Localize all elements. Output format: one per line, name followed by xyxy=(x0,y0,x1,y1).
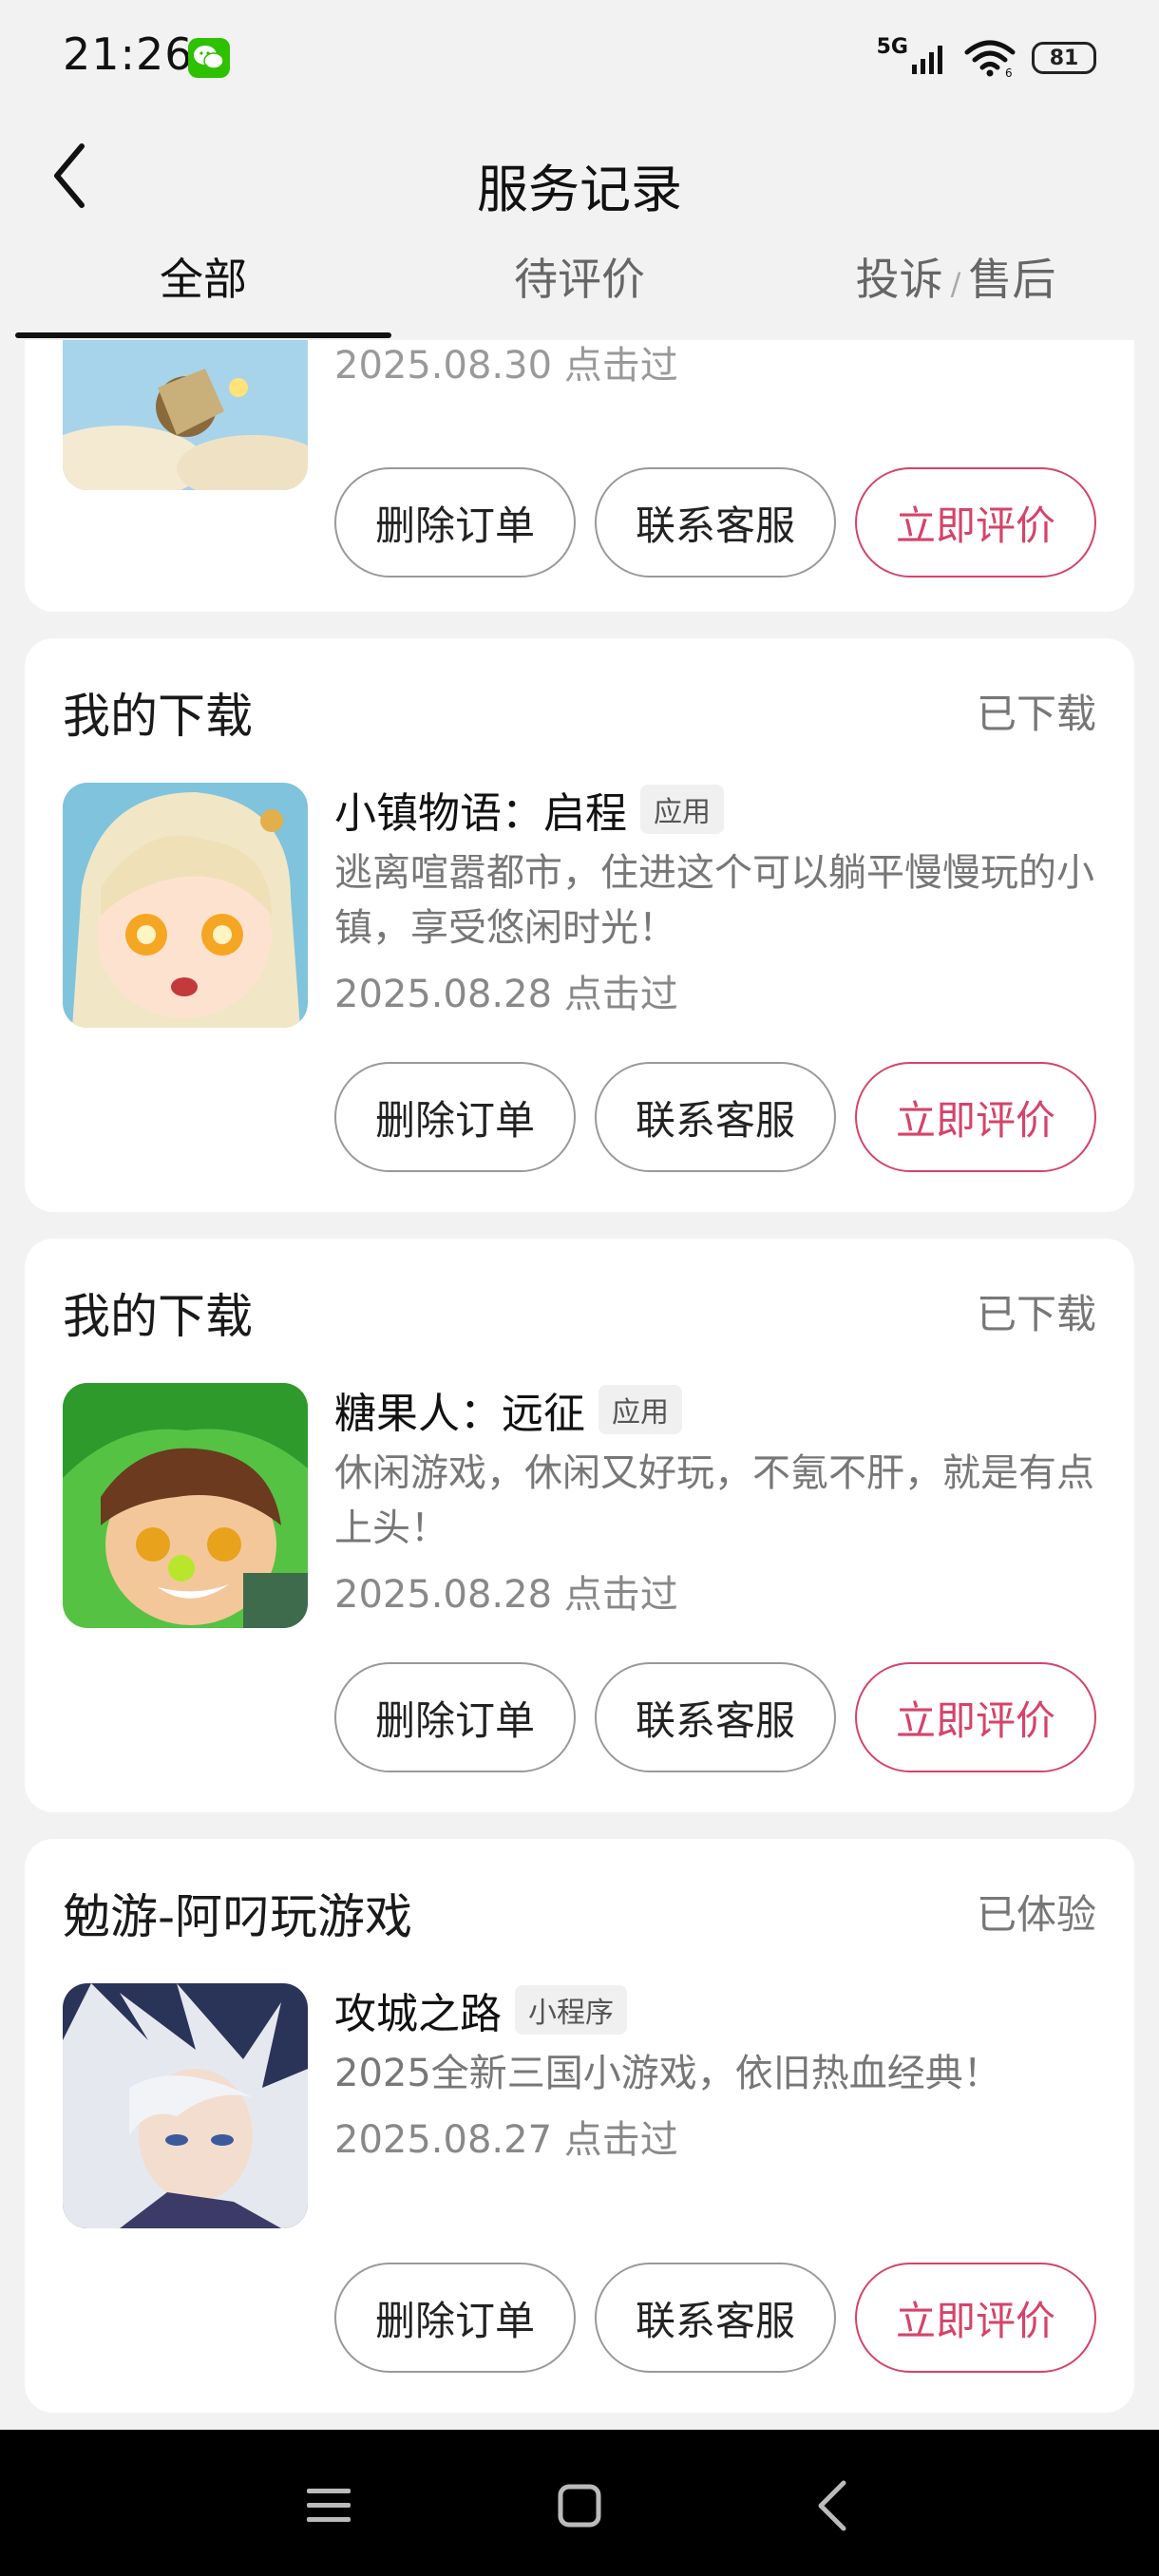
wechat-icon xyxy=(188,38,230,78)
app-icon[interactable] xyxy=(63,783,308,1028)
signal-icon xyxy=(912,46,942,74)
menu-icon xyxy=(307,2489,351,2522)
app-name[interactable]: 小镇物语：启程 xyxy=(334,779,627,840)
app-info: 2025.08.30 点击过 xyxy=(334,340,1096,389)
review-now-button[interactable]: 立即评价 xyxy=(855,2263,1096,2373)
contact-service-button[interactable]: 联系客服 xyxy=(595,1662,836,1772)
review-now-button[interactable]: 立即评价 xyxy=(855,1062,1096,1172)
app-icon[interactable] xyxy=(63,1383,308,1628)
back-system-button[interactable] xyxy=(794,2468,870,2544)
system-navbar xyxy=(0,2430,1159,2576)
delete-order-button[interactable]: 删除订单 xyxy=(334,1062,576,1172)
record-card: 2025.08.30 点击过 删除订单 联系客服 立即评价 xyxy=(25,340,1134,612)
app-info: 小镇物语：启程 应用 逃离喧嚣都市，住进这个可以躺平慢慢玩的小镇，享受悠闲时光！… xyxy=(334,781,1096,1018)
app-name-row: 糖果人：远征 应用 xyxy=(334,1381,1096,1438)
record-status: 已体验 xyxy=(976,1891,1096,1938)
delete-order-button[interactable]: 删除订单 xyxy=(334,1662,576,1772)
app-name[interactable]: 糖果人：远征 xyxy=(334,1379,585,1440)
record-card: 我的下载 已下载 小镇物语：启程 应用 逃离喧嚣都市，住进这个可以躺平慢慢玩的小… xyxy=(25,638,1134,1212)
click-date: 2025.08.30 点击过 xyxy=(334,344,678,388)
record-status: 已下载 xyxy=(976,1291,1096,1337)
network-type: 5G xyxy=(876,34,908,59)
service-record-list[interactable]: 2025.08.30 点击过 删除订单 联系客服 立即评价 我的下载 已下载 小… xyxy=(0,340,1159,2430)
tab-label: 投诉 xyxy=(855,254,943,305)
header: 服务记录 xyxy=(0,114,1159,237)
delete-order-button[interactable]: 删除订单 xyxy=(334,467,576,578)
status-indicators: 5G 6 81 xyxy=(877,34,1096,82)
tab-pending-review[interactable]: 待评价 xyxy=(391,245,768,312)
app-description: 2025全新三国小游戏，依旧热血经典！ xyxy=(334,2052,1001,2095)
contact-service-button[interactable]: 联系客服 xyxy=(595,1062,836,1172)
card-actions: 删除订单 联系客服 立即评价 xyxy=(334,467,1096,578)
delete-order-button[interactable]: 删除订单 xyxy=(334,2263,576,2373)
page-title: 服务记录 xyxy=(477,160,682,219)
app-icon[interactable] xyxy=(63,340,308,490)
wifi-icon: 6 xyxy=(964,40,1016,77)
app-name-row: 攻城之路 小程序 xyxy=(334,1981,1096,2038)
back-triangle-icon xyxy=(818,2480,846,2531)
app-info: 攻城之路 小程序 2025全新三国小游戏，依旧热血经典！ 2025.08.27 … xyxy=(334,1981,1096,2164)
record-source: 勉游-阿叼玩游戏 xyxy=(63,1889,413,1944)
record-source: 我的下载 xyxy=(63,1289,253,1344)
card-actions: 删除订单 联系客服 立即评价 xyxy=(334,2263,1096,2373)
card-header: 我的下载 已下载 xyxy=(63,1279,1096,1344)
click-date: 2025.08.27 点击过 xyxy=(334,2118,678,2162)
card-header: 我的下载 已下载 xyxy=(63,678,1096,744)
app-info: 糖果人：远征 应用 休闲游戏，休闲又好玩，不氪不肝，就是有点上头！ 2025.0… xyxy=(334,1381,1096,1619)
review-now-button[interactable]: 立即评价 xyxy=(855,1662,1096,1772)
app-icon[interactable] xyxy=(63,1983,308,2228)
app-type-tag: 应用 xyxy=(640,785,724,834)
tab-label-2: 售后 xyxy=(968,254,1056,305)
tab-all[interactable]: 全部 xyxy=(15,245,391,312)
tab-indicator xyxy=(15,332,391,338)
contact-service-button[interactable]: 联系客服 xyxy=(595,467,836,578)
review-now-button[interactable]: 立即评价 xyxy=(855,467,1096,578)
tab-complaint-aftersale[interactable]: 投诉 / 售后 xyxy=(768,245,1144,312)
card-header: 勉游-阿叼玩游戏 已体验 xyxy=(63,1879,1096,1944)
app-type-tag: 应用 xyxy=(598,1385,682,1434)
card-actions: 删除订单 联系客服 立即评价 xyxy=(334,1662,1096,1772)
card-actions: 删除订单 联系客服 立即评价 xyxy=(334,1062,1096,1172)
status-bar: 21:26 5G 6 81 xyxy=(0,0,1159,114)
home-button[interactable] xyxy=(542,2468,618,2544)
tab-label: 待评价 xyxy=(514,254,645,305)
record-status: 已下载 xyxy=(976,691,1096,737)
tab-bar: 全部 待评价 投诉 / 售后 xyxy=(0,237,1159,340)
click-date: 2025.08.28 点击过 xyxy=(334,973,678,1016)
record-card: 勉游-阿叼玩游戏 已体验 攻城之路 小程序 2025全新三国小游戏，依旧热血经典… xyxy=(25,1839,1134,2413)
menu-button[interactable] xyxy=(291,2468,367,2544)
tab-label: 全部 xyxy=(160,254,247,305)
click-date: 2025.08.28 点击过 xyxy=(334,1573,678,1617)
app-name[interactable]: 攻城之路 xyxy=(334,1979,502,2040)
app-type-tag: 小程序 xyxy=(515,1985,627,2035)
app-description: 逃离喧嚣都市，住进这个可以躺平慢慢玩的小镇，享受悠闲时光！ xyxy=(334,851,1094,950)
app-description: 休闲游戏，休闲又好玩，不氪不肝，就是有点上头！ xyxy=(334,1451,1094,1550)
svg-text:6: 6 xyxy=(1005,66,1013,77)
record-source: 我的下载 xyxy=(63,689,253,744)
record-card: 我的下载 已下载 糖果人：远征 应用 休闲游戏，休闲又好玩，不氪不肝，就是有点上… xyxy=(25,1239,1134,1812)
home-square-icon xyxy=(558,2484,601,2528)
app-name-row: 小镇物语：启程 应用 xyxy=(334,781,1096,838)
status-time: 21:26 xyxy=(63,28,194,80)
battery-level: 81 xyxy=(1049,46,1079,70)
contact-service-button[interactable]: 联系客服 xyxy=(595,2263,836,2373)
tab-separator: / xyxy=(950,266,961,302)
battery-icon: 81 xyxy=(1032,42,1096,74)
